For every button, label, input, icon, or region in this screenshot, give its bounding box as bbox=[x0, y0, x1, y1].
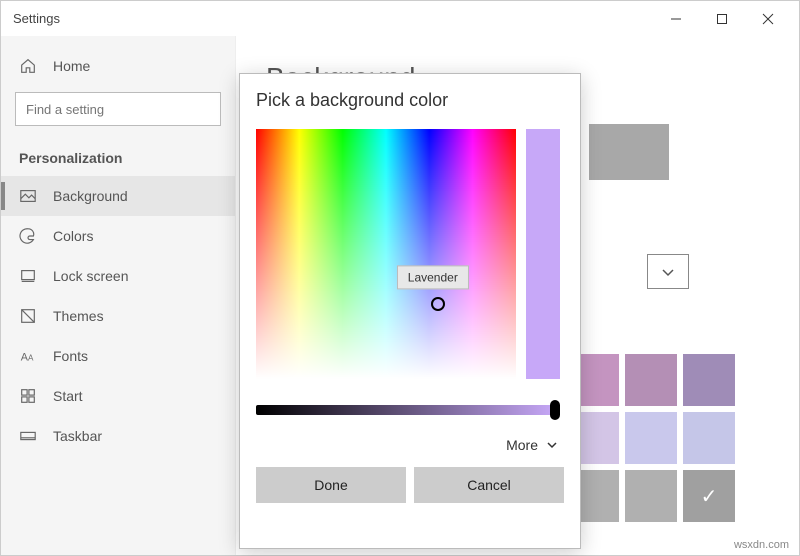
maximize-icon bbox=[716, 13, 728, 25]
cancel-button[interactable]: Cancel bbox=[414, 467, 564, 503]
home-icon bbox=[19, 57, 37, 75]
themes-icon bbox=[19, 307, 37, 325]
check-icon: ✓ bbox=[683, 470, 735, 522]
titlebar: Settings bbox=[1, 1, 799, 36]
dialog-buttons: Done Cancel bbox=[256, 467, 564, 503]
luminance-preview bbox=[526, 129, 560, 379]
settings-window: Settings Home Personalization bbox=[0, 0, 800, 556]
sidebar-item-label: Home bbox=[53, 58, 90, 74]
maximize-button[interactable] bbox=[699, 3, 745, 35]
minimize-button[interactable] bbox=[653, 3, 699, 35]
more-label: More bbox=[506, 437, 538, 453]
sidebar-item-start[interactable]: Start bbox=[1, 376, 235, 416]
search-input[interactable] bbox=[15, 92, 221, 126]
color-tooltip: Lavender bbox=[397, 265, 469, 289]
sidebar-item-background[interactable]: Background bbox=[1, 176, 235, 216]
color-swatch[interactable] bbox=[625, 354, 677, 406]
taskbar-icon bbox=[19, 427, 37, 445]
minimize-icon bbox=[670, 13, 682, 25]
sidebar-section-title: Personalization bbox=[1, 136, 235, 176]
window-controls bbox=[653, 3, 791, 35]
background-type-dropdown[interactable] bbox=[647, 254, 689, 289]
sidebar-item-taskbar[interactable]: Taskbar bbox=[1, 416, 235, 456]
sidebar-item-home[interactable]: Home bbox=[1, 46, 235, 86]
value-slider[interactable] bbox=[256, 405, 556, 415]
sidebar-item-lockscreen[interactable]: Lock screen bbox=[1, 256, 235, 296]
sidebar-item-colors[interactable]: Colors bbox=[1, 216, 235, 256]
color-swatch-grid: ✓ bbox=[567, 354, 735, 522]
fonts-icon: AA bbox=[19, 347, 37, 365]
close-icon bbox=[762, 13, 774, 25]
window-title: Settings bbox=[9, 11, 60, 26]
chevron-down-icon bbox=[661, 265, 675, 279]
sidebar-item-themes[interactable]: Themes bbox=[1, 296, 235, 336]
sidebar-item-label: Taskbar bbox=[53, 428, 102, 444]
more-toggle[interactable]: More bbox=[256, 437, 564, 453]
svg-text:A: A bbox=[28, 354, 34, 363]
search-container bbox=[15, 92, 221, 126]
color-field[interactable]: Lavender bbox=[256, 129, 516, 379]
close-button[interactable] bbox=[745, 3, 791, 35]
color-swatch[interactable] bbox=[625, 470, 677, 522]
background-preview bbox=[589, 124, 669, 180]
picture-icon bbox=[19, 187, 37, 205]
sidebar-item-label: Lock screen bbox=[53, 268, 128, 284]
picker-row: Lavender bbox=[256, 129, 564, 379]
sidebar-item-label: Fonts bbox=[53, 348, 88, 364]
sidebar-item-label: Themes bbox=[53, 308, 104, 324]
watermark: wsxdn.com bbox=[734, 539, 789, 551]
value-slider-thumb[interactable] bbox=[550, 400, 560, 420]
color-swatch[interactable] bbox=[683, 354, 735, 406]
palette-icon bbox=[19, 227, 37, 245]
color-picker-dialog: Pick a background color Lavender More Do… bbox=[239, 73, 581, 549]
sidebar-item-label: Start bbox=[53, 388, 83, 404]
lockscreen-icon bbox=[19, 267, 37, 285]
chevron-down-icon bbox=[546, 439, 558, 451]
start-icon bbox=[19, 387, 37, 405]
dialog-title: Pick a background color bbox=[256, 90, 564, 111]
sidebar-item-label: Background bbox=[53, 188, 128, 204]
color-swatch[interactable] bbox=[625, 412, 677, 464]
sidebar-item-label: Colors bbox=[53, 228, 93, 244]
color-swatch[interactable] bbox=[683, 412, 735, 464]
color-swatch-selected[interactable]: ✓ bbox=[683, 470, 735, 522]
done-button[interactable]: Done bbox=[256, 467, 406, 503]
sidebar-item-fonts[interactable]: AA Fonts bbox=[1, 336, 235, 376]
color-cursor[interactable] bbox=[431, 297, 445, 311]
sidebar: Home Personalization Background Colors L… bbox=[1, 36, 236, 555]
